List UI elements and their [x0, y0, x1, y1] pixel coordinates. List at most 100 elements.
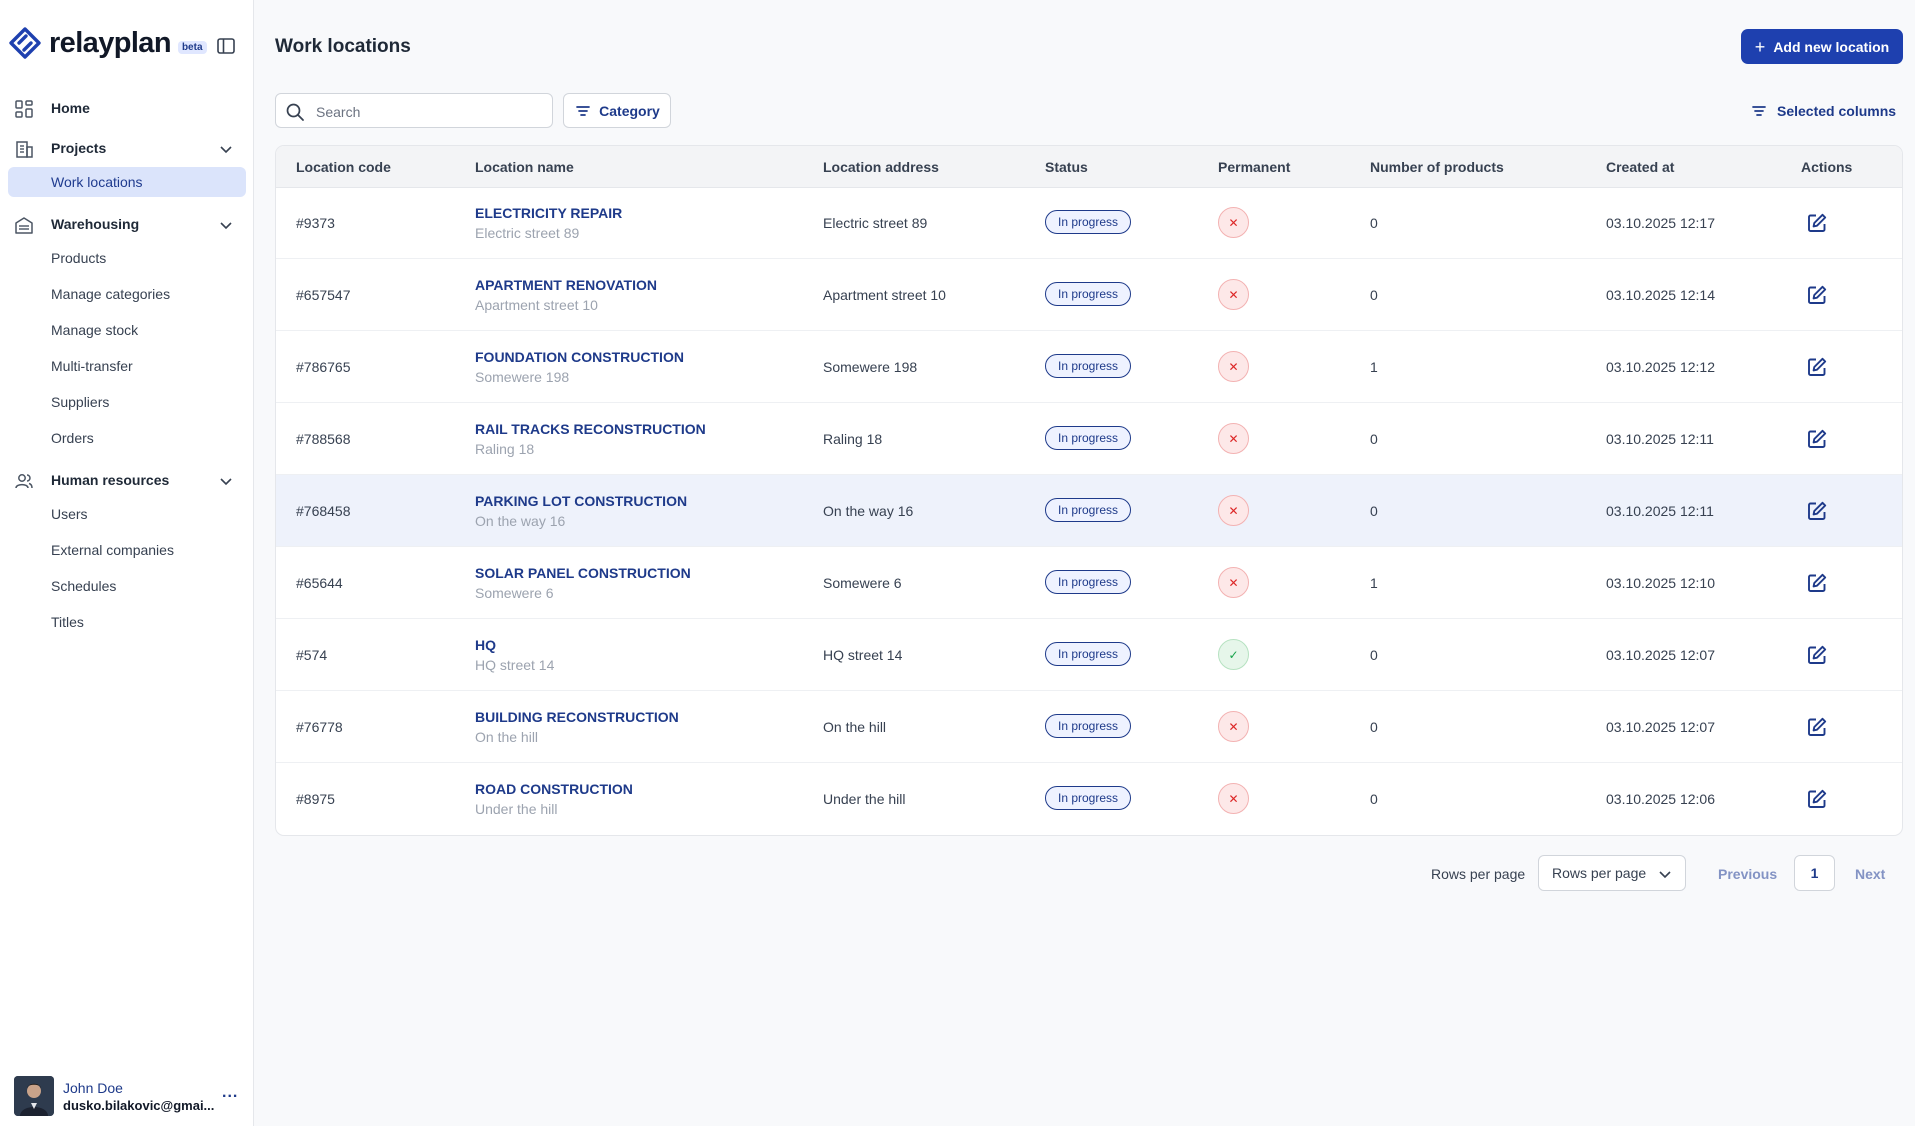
- products-count: 0: [1370, 647, 1378, 663]
- table-row[interactable]: #65644 SOLAR PANEL CONSTRUCTION Somewere…: [276, 547, 1902, 619]
- filter-icon: [1752, 106, 1766, 116]
- sidebar-item-products[interactable]: Products: [51, 246, 106, 270]
- add-new-location-button[interactable]: + Add new location: [1741, 29, 1903, 64]
- products-count: 1: [1370, 575, 1378, 591]
- table-row[interactable]: #768458 PARKING LOT CONSTRUCTION On the …: [276, 475, 1902, 547]
- location-name-link[interactable]: APARTMENT RENOVATION: [475, 277, 657, 293]
- selected-columns-button[interactable]: Selected columns: [1750, 100, 1896, 122]
- sidebar-item-orders[interactable]: Orders: [51, 426, 94, 450]
- search-input[interactable]: [314, 100, 548, 124]
- location-name-link[interactable]: ROAD CONSTRUCTION: [475, 781, 633, 797]
- relayplan-logo-icon: [9, 27, 41, 59]
- location-name-link[interactable]: HQ: [475, 637, 496, 653]
- not-permanent-icon: ✕: [1218, 783, 1249, 814]
- edit-icon[interactable]: [1806, 212, 1828, 234]
- edit-icon[interactable]: [1806, 428, 1828, 450]
- category-filter-button[interactable]: Category: [563, 93, 671, 128]
- products-count: 0: [1370, 287, 1378, 303]
- edit-icon[interactable]: [1806, 500, 1828, 522]
- logo[interactable]: relayplan beta: [8, 26, 207, 60]
- edit-icon[interactable]: [1806, 716, 1828, 738]
- column-header-location-address[interactable]: Location address: [823, 159, 939, 175]
- sidebar-item-manage-categories[interactable]: Manage categories: [51, 282, 170, 306]
- nav-projects[interactable]: Projects: [0, 131, 254, 165]
- column-header-location-code[interactable]: Location code: [296, 159, 391, 175]
- chevron-down-icon[interactable]: [218, 473, 234, 489]
- location-name-link[interactable]: SOLAR PANEL CONSTRUCTION: [475, 565, 691, 581]
- location-name-subtitle: Somewere 198: [475, 369, 570, 385]
- previous-page-button[interactable]: Previous: [1718, 866, 1777, 882]
- location-name-link[interactable]: PARKING LOT CONSTRUCTION: [475, 493, 687, 509]
- table-row[interactable]: #574 HQ HQ street 14 HQ street 14 In pro…: [276, 619, 1902, 691]
- status-badge: In progress: [1045, 426, 1132, 450]
- not-permanent-icon: ✕: [1218, 207, 1249, 238]
- created-at: 03.10.2025 12:07: [1606, 719, 1715, 735]
- nav-warehousing[interactable]: Warehousing: [0, 207, 254, 241]
- chevron-down-icon[interactable]: [218, 141, 234, 157]
- created-at: 03.10.2025 12:11: [1606, 431, 1714, 447]
- filter-icon: [576, 105, 591, 116]
- sidebar-item-suppliers[interactable]: Suppliers: [51, 390, 109, 414]
- location-name-subtitle: Somewere 6: [475, 585, 554, 601]
- location-address: Electric street 89: [823, 215, 928, 231]
- column-header-number-of-products[interactable]: Number of products: [1370, 159, 1504, 175]
- nav-human-resources-label: Human resources: [51, 472, 170, 488]
- sidebar-item-titles[interactable]: Titles: [51, 610, 84, 634]
- location-name-link[interactable]: BUILDING RECONSTRUCTION: [475, 709, 679, 725]
- edit-icon[interactable]: [1806, 644, 1828, 666]
- category-filter-label: Category: [599, 102, 660, 119]
- rows-per-page-value: Rows per page: [1552, 865, 1647, 881]
- main-content: Work locations + Add new location Catego…: [255, 0, 1915, 1126]
- table-header: Location code Location name Location add…: [276, 146, 1902, 188]
- sidebar-item-users[interactable]: Users: [51, 502, 88, 526]
- table-row[interactable]: #788568 RAIL TRACKS RECONSTRUCTION Ralin…: [276, 403, 1902, 475]
- location-name-subtitle: Raling 18: [475, 441, 535, 457]
- table-row[interactable]: #8975 ROAD CONSTRUCTION Under the hill U…: [276, 763, 1902, 835]
- rows-per-page-select[interactable]: Rows per page: [1538, 855, 1686, 891]
- user-name: John Doe: [63, 1080, 123, 1096]
- nav-home[interactable]: Home: [0, 91, 254, 125]
- location-code: #9373: [296, 215, 335, 231]
- permanent-check-icon: ✓: [1218, 639, 1249, 670]
- table-row[interactable]: #657547 APARTMENT RENOVATION Apartment s…: [276, 259, 1902, 331]
- column-header-status[interactable]: Status: [1045, 159, 1088, 175]
- created-at: 03.10.2025 12:17: [1606, 215, 1715, 231]
- rows-per-page-label: Rows per page: [1431, 866, 1526, 882]
- status-badge: In progress: [1045, 786, 1132, 810]
- column-header-actions: Actions: [1801, 159, 1853, 175]
- grid-icon: [15, 100, 33, 118]
- location-name-subtitle: Electric street 89: [475, 225, 580, 241]
- location-name-link[interactable]: ELECTRICITY REPAIR: [475, 205, 622, 221]
- page-number-button[interactable]: 1: [1794, 855, 1835, 891]
- chevron-down-icon[interactable]: [218, 217, 234, 233]
- sidebar-item-schedules[interactable]: Schedules: [51, 574, 116, 598]
- location-name-link[interactable]: RAIL TRACKS RECONSTRUCTION: [475, 421, 706, 437]
- more-options-icon[interactable]: ...: [222, 1084, 238, 1102]
- search-box: [275, 93, 553, 128]
- location-address: On the way 16: [823, 503, 914, 519]
- sidebar-item-external-companies[interactable]: External companies: [51, 538, 174, 562]
- edit-icon[interactable]: [1806, 572, 1828, 594]
- edit-icon[interactable]: [1806, 356, 1828, 378]
- sidebar: relayplan beta Home Projects Work locati…: [0, 0, 254, 1126]
- column-header-permanent[interactable]: Permanent: [1218, 159, 1290, 175]
- table-row[interactable]: #76778 BUILDING RECONSTRUCTION On the hi…: [276, 691, 1902, 763]
- edit-icon[interactable]: [1806, 788, 1828, 810]
- user-profile[interactable]: John Doe dusko.bilakovic@gmai... ...: [14, 1076, 244, 1116]
- sidebar-item-manage-stock[interactable]: Manage stock: [51, 318, 138, 342]
- not-permanent-icon: ✕: [1218, 351, 1249, 382]
- sidebar-collapse-icon[interactable]: [216, 36, 236, 56]
- column-header-location-name[interactable]: Location name: [475, 159, 574, 175]
- sidebar-item-work-locations[interactable]: Work locations: [8, 167, 246, 197]
- locations-table: Location code Location name Location add…: [275, 145, 1903, 836]
- next-page-button[interactable]: Next: [1855, 866, 1885, 882]
- status-badge: In progress: [1045, 498, 1132, 522]
- location-name-link[interactable]: FOUNDATION CONSTRUCTION: [475, 349, 684, 365]
- table-row[interactable]: #786765 FOUNDATION CONSTRUCTION Somewere…: [276, 331, 1902, 403]
- sidebar-item-multi-transfer[interactable]: Multi-transfer: [51, 354, 133, 378]
- edit-icon[interactable]: [1806, 284, 1828, 306]
- table-row[interactable]: #9373 ELECTRICITY REPAIR Electric street…: [276, 187, 1902, 259]
- column-header-created-at[interactable]: Created at: [1606, 159, 1674, 175]
- created-at: 03.10.2025 12:11: [1606, 503, 1714, 519]
- nav-human-resources[interactable]: Human resources: [0, 463, 254, 497]
